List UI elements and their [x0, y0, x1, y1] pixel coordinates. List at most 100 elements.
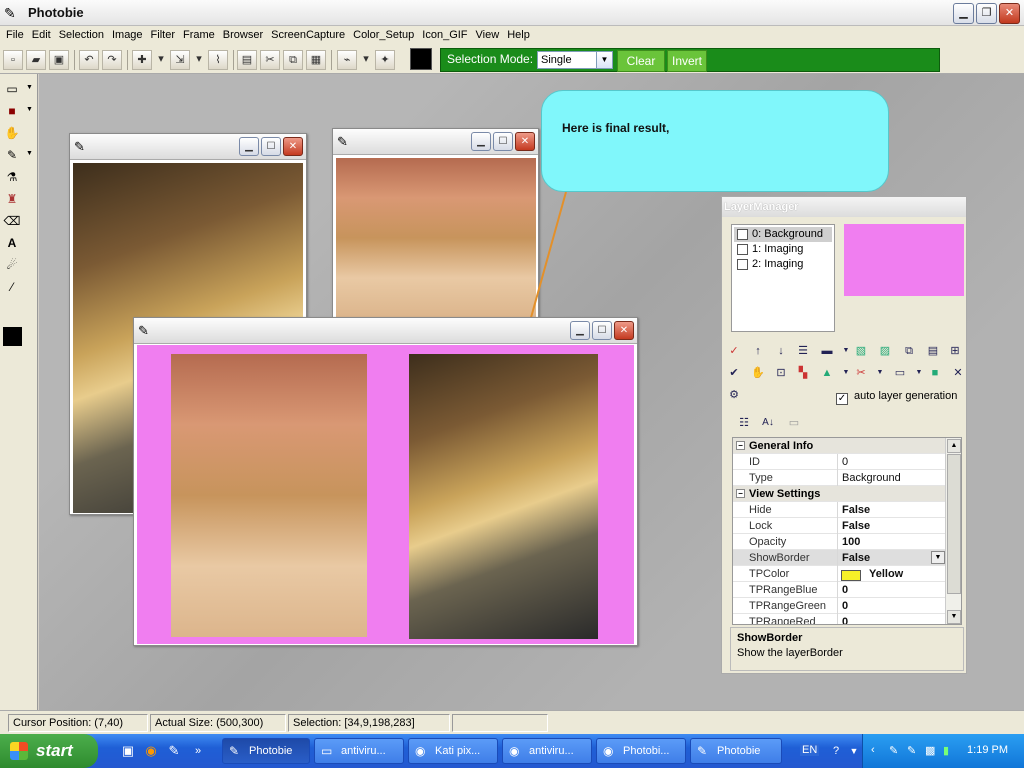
menu-browser[interactable]: Browser — [221, 26, 269, 46]
chevron-down-icon[interactable]: ▼ — [838, 365, 854, 381]
chevron-down-icon[interactable]: ▼ — [846, 743, 862, 759]
minimize-button[interactable]: ▁ — [471, 132, 491, 151]
fill-color-icon[interactable]: ■ — [3, 102, 21, 120]
image-window-2-titlebar[interactable]: ✎ ▁ ☐ ✕ — [333, 129, 538, 155]
prop-row[interactable]: TPColor Yellow — [733, 566, 947, 582]
prop-row[interactable]: TPRangeGreen 0 — [733, 598, 947, 614]
task-antivirus-2[interactable]: ◉ antiviru... — [502, 738, 592, 764]
photo-image[interactable] — [336, 158, 536, 318]
magic-wand-icon[interactable]: ✦ — [375, 50, 395, 70]
chevron-down-icon[interactable]: ▼ — [26, 84, 33, 91]
delete-icon[interactable]: ✕ — [950, 365, 966, 381]
layer-item[interactable]: 0: Background — [734, 227, 832, 242]
scissors-icon[interactable]: ✂ — [853, 365, 869, 381]
category-general[interactable]: − General Info — [733, 438, 947, 454]
eyedropper-icon[interactable]: ⚗ — [3, 168, 21, 186]
task-photobie-3[interactable]: ✎ Photobie — [690, 738, 782, 764]
prop-row[interactable]: ID 0 — [733, 454, 947, 470]
chevron-down-icon[interactable]: ▼ — [596, 52, 612, 68]
task-kati[interactable]: ◉ Kati pix... — [408, 738, 498, 764]
undo-icon[interactable]: ↶ — [79, 50, 99, 70]
flip-icon[interactable]: ▲ — [819, 365, 835, 381]
mask-icon[interactable]: ⌁ — [337, 50, 357, 70]
transform-icon[interactable]: ⊡ — [773, 365, 789, 381]
open-folder-icon[interactable]: ▰ — [26, 50, 46, 70]
chevron-down-icon[interactable]: ▼ — [872, 365, 888, 381]
show-desktop-icon[interactable]: ▣ — [120, 743, 136, 759]
auto-layer-option[interactable]: ✓ auto layer generation — [836, 390, 957, 405]
prop-row[interactable]: TPRangeRed 0 — [733, 614, 947, 624]
minimize-button[interactable]: ▁ — [239, 137, 259, 156]
prop-row-selected[interactable]: ShowBorder False ▼ — [733, 550, 947, 566]
close-button[interactable]: ✕ — [283, 137, 303, 156]
scroll-down-icon[interactable]: ▼ — [947, 610, 961, 624]
redo-icon[interactable]: ↷ — [102, 50, 122, 70]
pencil-icon[interactable]: ✎ — [3, 146, 21, 164]
crop-icon[interactable]: ✚ — [132, 50, 152, 70]
close-button[interactable]: ✕ — [614, 321, 634, 340]
check-red-icon[interactable]: ✓ — [726, 343, 742, 359]
save-icon[interactable]: ▣ — [49, 50, 69, 70]
scroll-thumb[interactable] — [947, 454, 961, 594]
frame-icon[interactable]: ■ — [927, 365, 943, 381]
auto-layer-checkbox[interactable]: ✓ — [836, 393, 848, 405]
layer-1-image[interactable] — [171, 354, 367, 637]
foreground-color-swatch[interactable] — [3, 327, 22, 346]
color-layer-icon[interactable]: ▚ — [795, 365, 811, 381]
layer-2-image[interactable] — [409, 354, 598, 639]
prop-row[interactable]: Opacity 100 — [733, 534, 947, 550]
image-window-2[interactable]: ✎ ▁ ☐ ✕ — [332, 128, 539, 318]
clock[interactable]: 1:19 PM — [967, 744, 1008, 756]
eraser-icon[interactable]: ⌫ — [3, 212, 21, 230]
close-button[interactable]: ✕ — [515, 132, 535, 151]
mask-dropdown-icon[interactable]: ▾ — [360, 50, 372, 70]
layer-visibility-checkbox[interactable] — [737, 244, 748, 255]
clear-button[interactable]: Clear — [617, 50, 665, 72]
result-canvas[interactable] — [137, 345, 634, 644]
menu-color-setup[interactable]: Color_Setup — [351, 26, 420, 46]
settings-icon[interactable]: ⚙ — [726, 387, 742, 403]
prop-row[interactable]: Lock False — [733, 518, 947, 534]
resize-icon[interactable]: ⇲ — [170, 50, 190, 70]
chevron-down-icon[interactable]: ▼ — [26, 150, 33, 157]
layer-props-icon[interactable]: ▬ — [819, 343, 835, 359]
export-icon[interactable]: ▤ — [925, 343, 941, 359]
close-button[interactable]: ✕ — [999, 3, 1020, 24]
photobie-icon[interactable]: ✎ — [166, 743, 182, 759]
categorized-icon[interactable]: ☷ — [736, 415, 752, 431]
arrow-down-icon[interactable]: ↓ — [773, 343, 789, 359]
property-scrollbar[interactable]: ▲ ▼ — [945, 438, 961, 624]
menu-file[interactable]: File — [4, 26, 30, 46]
tray-expand-icon[interactable]: ‹ — [871, 744, 875, 756]
resize-dropdown-icon[interactable]: ▾ — [193, 50, 205, 70]
resize-bar-icon[interactable]: ▭ — [892, 365, 908, 381]
task-photobie[interactable]: ✎ Photobie — [222, 738, 310, 764]
link-icon[interactable]: ⊞ — [947, 343, 963, 359]
prop-row[interactable]: Hide False — [733, 502, 947, 518]
check-blue-icon[interactable]: ✔ — [726, 365, 742, 381]
sort-alpha-icon[interactable]: A↓ — [760, 415, 776, 431]
chevron-down-icon[interactable]: ▼ — [931, 551, 945, 564]
task-photobie-2[interactable]: ◉ Photobi... — [596, 738, 686, 764]
menu-help[interactable]: Help — [505, 26, 536, 46]
selection-mode-dropdown[interactable]: Single ▼ — [537, 51, 613, 69]
menu-view[interactable]: View — [474, 26, 506, 46]
language-indicator[interactable]: EN — [800, 744, 820, 756]
quick-launch-expand-icon[interactable]: » — [190, 743, 206, 759]
new-file-icon[interactable]: ▫ — [3, 50, 23, 70]
crop-dropdown-icon[interactable]: ▾ — [155, 50, 167, 70]
current-color-swatch[interactable] — [410, 48, 432, 70]
hand-icon[interactable]: ✋ — [3, 124, 21, 142]
rectangle-select-icon[interactable]: ▭ — [3, 80, 21, 98]
menu-frame[interactable]: Frame — [181, 26, 221, 46]
merge-icon[interactable]: ▧ — [853, 343, 869, 359]
chevron-down-icon[interactable]: ▼ — [26, 106, 33, 113]
color-picker-icon[interactable]: ⁄ — [3, 278, 21, 296]
menu-image[interactable]: Image — [110, 26, 149, 46]
cut-icon[interactable]: ✂ — [260, 50, 280, 70]
minimize-button[interactable]: ▁ — [953, 3, 974, 24]
copy-doc-icon[interactable]: ▤ — [237, 50, 257, 70]
layer-visibility-checkbox[interactable] — [737, 259, 748, 270]
brush-icon[interactable]: ⌇ — [208, 50, 228, 70]
duplicate-icon[interactable]: ⧉ — [901, 343, 917, 359]
